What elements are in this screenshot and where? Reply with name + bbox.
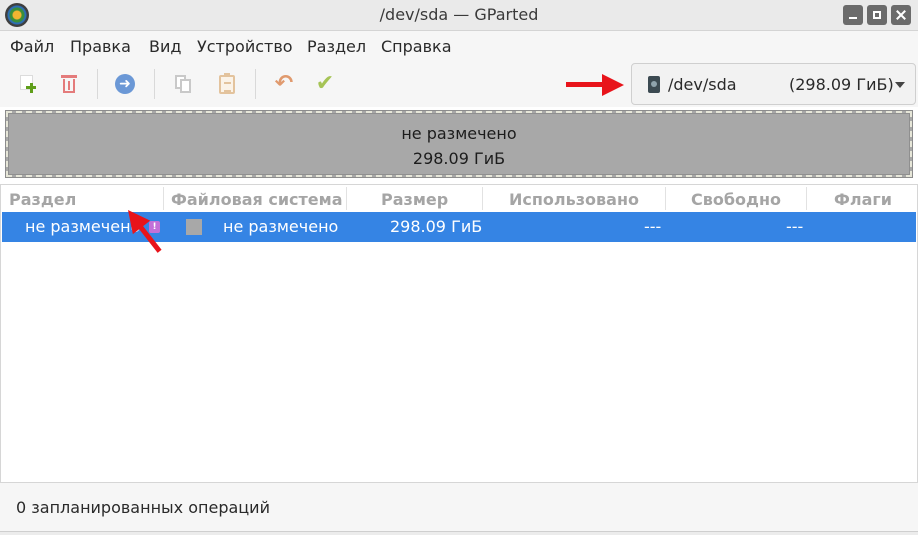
cell-filesystem: не размечено (223, 217, 339, 236)
filesystem-color-swatch (186, 219, 202, 235)
disk-graphic-size: 298.09 ГиБ (412, 149, 506, 168)
toolbar-separator (255, 69, 256, 99)
menu-bar: Файл Правка Вид Устройство Раздел Справк… (0, 31, 918, 61)
new-partition-icon (20, 75, 38, 93)
minimize-icon (849, 17, 857, 19)
column-unused[interactable]: Свободно (691, 190, 781, 209)
maximize-button[interactable] (867, 5, 887, 25)
new-partition-button[interactable] (12, 67, 46, 101)
hard-disk-icon (648, 76, 660, 93)
menu-edit[interactable]: Правка (70, 37, 131, 56)
resize-move-button[interactable]: ➜ (108, 67, 142, 101)
cell-unused: --- (786, 217, 804, 236)
disk-graphic-label: не размечено (401, 124, 517, 143)
pending-operations-status: 0 запланированных операций (16, 498, 270, 517)
device-size: (298.09 ГиБ) (789, 75, 894, 94)
minimize-button[interactable] (843, 5, 863, 25)
maximize-icon (873, 11, 881, 19)
menu-help[interactable]: Справка (381, 37, 452, 56)
column-filesystem[interactable]: Файловая система (171, 190, 343, 209)
chevron-down-icon (895, 82, 905, 88)
paste-icon (219, 72, 235, 94)
delete-icon (61, 75, 77, 93)
toolbar-separator (154, 69, 155, 99)
annotation-arrow-device (566, 74, 624, 96)
menu-device[interactable]: Устройство (197, 37, 293, 56)
toolbar-separator (97, 69, 98, 99)
column-size[interactable]: Размер (381, 190, 448, 209)
status-bar: 0 запланированных операций (0, 482, 918, 535)
apply-icon: ✔ (315, 71, 335, 96)
copy-button[interactable] (166, 67, 200, 101)
column-flags[interactable]: Флаги (834, 190, 892, 209)
menu-view[interactable]: Вид (149, 37, 181, 56)
paste-button[interactable] (210, 67, 244, 101)
copy-icon (175, 75, 191, 93)
title-bar: /dev/sda — GParted (0, 0, 918, 31)
device-selector[interactable]: /dev/sda (298.09 ГиБ) (631, 63, 916, 105)
delete-partition-button[interactable] (52, 67, 86, 101)
column-partition[interactable]: Раздел (9, 190, 76, 209)
column-used[interactable]: Использовано (509, 190, 639, 209)
resize-move-icon: ➜ (115, 74, 135, 94)
undo-button[interactable]: ↶ (267, 67, 301, 101)
device-name: /dev/sda (668, 75, 737, 94)
menu-file[interactable]: Файл (10, 37, 54, 56)
cell-size: 298.09 ГиБ (390, 217, 483, 236)
menu-partition[interactable]: Раздел (307, 37, 366, 56)
window-title: /dev/sda — GParted (379, 5, 539, 24)
close-button[interactable] (891, 5, 911, 25)
cell-used: --- (644, 217, 662, 236)
undo-icon: ↶ (274, 71, 294, 96)
apply-button[interactable]: ✔ (308, 67, 342, 101)
disk-graphic[interactable]: не размечено 298.09 ГиБ (5, 110, 913, 178)
